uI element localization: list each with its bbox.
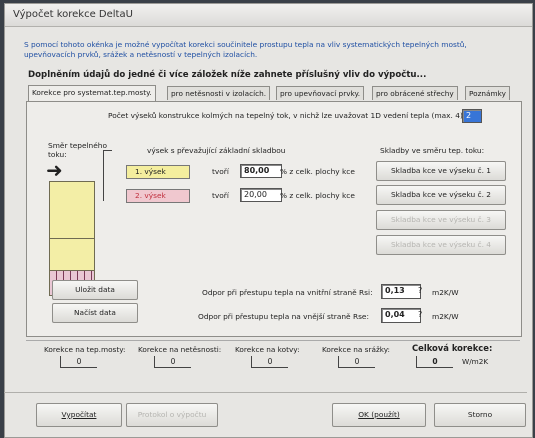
section-divider [50,238,94,239]
tab-thermal-bridges[interactable]: Korekce pro systemat.tep.mosty. [28,85,156,101]
correction-value: 0 [338,356,375,368]
layer-1-button[interactable]: Skladba kce ve výseku č. 1 [376,161,506,181]
rsi-input[interactable]: 0,13 [381,284,421,299]
layers-label: Skladby ve směru tep. toku: [380,146,485,155]
section-2-unit: % z celk. plochy kce [280,191,355,200]
rsi-unit: m2K/W [432,288,459,297]
window-title: Výpočet korekce DeltaU [13,9,133,20]
total-correction-unit: W/m2K [462,357,489,366]
section-2-swatch: 2. výsek [126,189,190,203]
total-correction-label: Celková korekce: [412,343,493,353]
correction-label: Korekce na tep.mosty: [44,345,126,354]
section-2-word: tvoří [212,191,229,200]
section-2-percent-input[interactable]: 20,00 [240,188,282,202]
ok-button[interactable]: OK (použít) [332,403,426,427]
section-1-unit: % z celk. plochy kce [280,167,355,176]
cancel-button[interactable]: Storno [434,403,526,427]
protocol-button[interactable]: Protokol o výpočtu [126,403,218,427]
rse-label: Odpor při přestupu tepla na vnější stran… [198,312,369,321]
correction-label: Korekce na netěsnosti: [138,345,222,354]
rse-unit: m2K/W [432,312,459,321]
section-1-word: tvoří [212,167,229,176]
instruction-text: Doplněním údajů do jedné či více záložek… [28,70,427,80]
tab-leaks[interactable]: pro netěsnosti v izolacích. [167,86,271,100]
rsi-help-icon[interactable]: ? [418,286,422,295]
rsi-label: Odpor při přestupu tepla na vnitřní stra… [202,288,373,297]
bracket-line [103,150,112,201]
section-1-swatch: 1. výsek [126,165,190,179]
compute-button[interactable]: Vypočítat [36,403,122,427]
main-section-label: výsek s převažující základní skladbou [147,146,286,155]
correction-value: 0 [251,356,288,368]
load-data-button[interactable]: Načíst data [52,303,138,323]
rse-input[interactable]: 0,04 [381,308,421,323]
tab-notes[interactable]: Poznámky [465,86,510,100]
section-1-percent-input[interactable]: 80,00 [240,164,282,178]
wall-section-diagram [49,181,95,296]
section-count-input[interactable]: 2 [462,109,482,123]
correction-label: Korekce na srážky: [322,345,390,354]
tab-inverted-roofs[interactable]: pro obrácené střechy [372,86,458,100]
separator-line [26,340,520,341]
layer-4-button[interactable]: Skladba kce ve výseku č. 4 [376,235,506,255]
save-data-button[interactable]: Uložit data [52,280,138,300]
section-count-label: Počet výseků konstrukce kolmých na tepel… [108,111,466,120]
tab-fasteners[interactable]: pro upevňovací prvky. [276,86,365,100]
rse-help-icon[interactable]: ? [418,310,422,319]
arrow-right-icon: ➜ [46,158,63,182]
heat-flow-label: Směr tepelného toku: [48,141,107,159]
correction-value: 0 [154,356,191,368]
correction-label: Korekce na kotvy: [235,345,300,354]
correction-value: 0 [60,356,97,368]
description-text: S pomocí tohoto okénka je možné vypočíta… [24,40,467,59]
title-bar: Výpočet korekce DeltaU [5,4,532,27]
layer-3-button[interactable]: Skladba kce ve výseku č. 3 [376,210,506,230]
layer-2-button[interactable]: Skladba kce ve výseku č. 2 [376,185,506,205]
footer-separator [4,392,527,393]
total-correction-value: 0 [416,356,453,368]
